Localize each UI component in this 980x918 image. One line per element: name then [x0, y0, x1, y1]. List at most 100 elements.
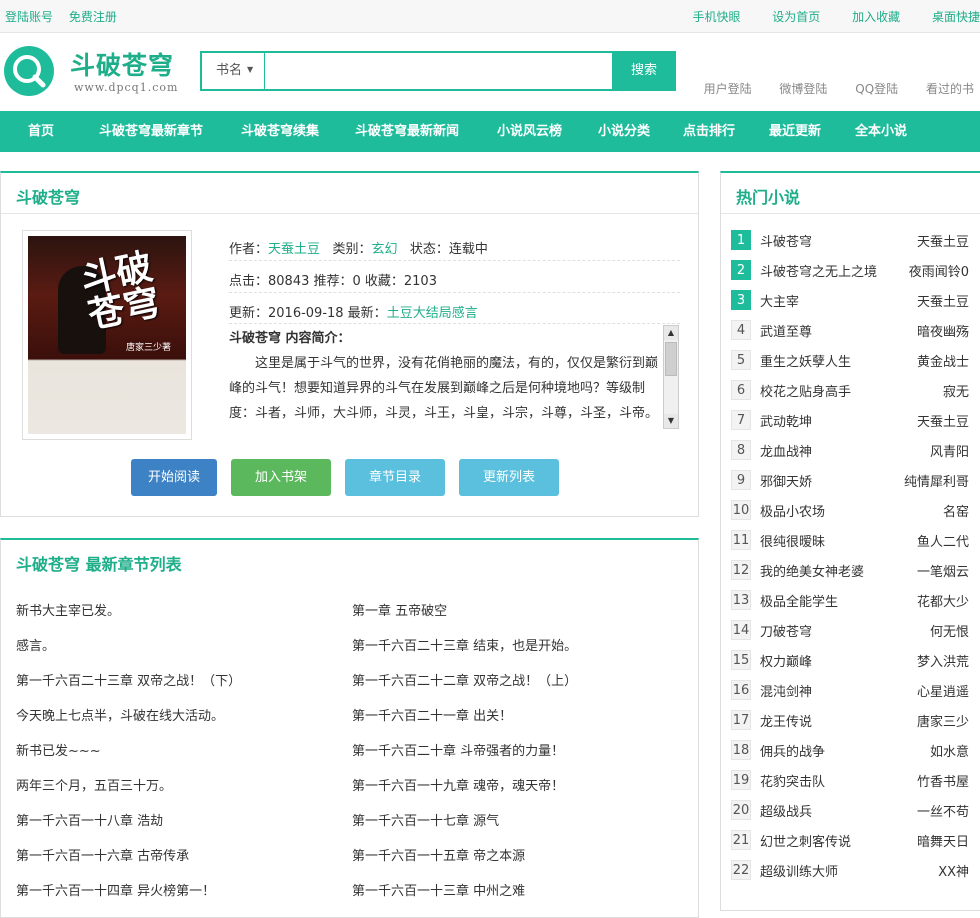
- weibo-login-link[interactable]: 微博登陆: [779, 82, 827, 96]
- nav-home[interactable]: 首页: [28, 111, 54, 152]
- nav-news[interactable]: 斗破苍穹最新新闻: [355, 111, 459, 152]
- hot-novel-title[interactable]: 我的绝美女神老婆: [760, 561, 864, 580]
- hot-novel-row[interactable]: 15 权力巅峰 梦入洪荒: [731, 645, 971, 675]
- nav-sequel[interactable]: 斗破苍穹续集: [241, 111, 319, 152]
- hot-novel-row[interactable]: 11 很纯很暧昧 鱼人二代: [731, 525, 971, 555]
- hot-novel-title[interactable]: 龙血战神: [760, 441, 812, 460]
- latest-chapter-link[interactable]: 土豆大结局感言: [387, 306, 478, 321]
- chapter-link[interactable]: 感言。: [16, 635, 55, 654]
- hot-novel-row[interactable]: 12 我的绝美女神老婆 一笔烟云: [731, 555, 971, 585]
- hot-novel-row[interactable]: 14 刀破苍穹 何无恨: [731, 615, 971, 645]
- hot-novel-row[interactable]: 10 极品小农场 名窑: [731, 495, 971, 525]
- chapter-link[interactable]: 第一千六百一十四章 异火榜第一！: [16, 880, 215, 899]
- hot-novel-author[interactable]: 黄金战士: [917, 351, 969, 370]
- hot-novel-row[interactable]: 21 幻世之刺客传说 暗舞天日: [731, 825, 971, 855]
- hot-novel-author[interactable]: 纯情犀利哥: [904, 471, 969, 490]
- hot-novel-author[interactable]: 何无恨: [930, 621, 969, 640]
- hot-novel-title[interactable]: 极品全能学生: [760, 591, 838, 610]
- hot-novel-title[interactable]: 佣兵的战争: [760, 741, 825, 760]
- hot-novel-title[interactable]: 极品小农场: [760, 501, 825, 520]
- qq-login-link[interactable]: QQ登陆: [855, 82, 898, 96]
- hot-novel-author[interactable]: 竹香书屋: [917, 771, 969, 790]
- intro-scrollbar[interactable]: ▲ ▼: [663, 325, 679, 429]
- logo-search-icon[interactable]: [4, 46, 54, 96]
- nav-ranking[interactable]: 小说风云榜: [497, 111, 562, 152]
- hot-novel-author[interactable]: 天蚕土豆: [917, 411, 969, 430]
- hot-novel-author[interactable]: 一丝不苟: [917, 801, 969, 820]
- hot-novel-author[interactable]: 天蚕土豆: [917, 231, 969, 250]
- chapter-link[interactable]: 第一千六百一十九章 魂帝，魂天帝！: [352, 775, 564, 794]
- hot-novel-author[interactable]: 唐家三少: [917, 711, 969, 730]
- hot-novel-author[interactable]: 心星逍遥: [917, 681, 969, 700]
- author-link[interactable]: 天蚕土豆: [268, 242, 320, 257]
- category-link[interactable]: 玄幻: [371, 242, 397, 257]
- hot-novel-title[interactable]: 武道至尊: [760, 321, 812, 340]
- hot-novel-row[interactable]: 5 重生之妖孽人生 黄金战士: [731, 345, 971, 375]
- mobile-link[interactable]: 手机快眼: [692, 10, 740, 24]
- hot-novel-row[interactable]: 1 斗破苍穹 天蚕土豆: [731, 225, 971, 255]
- chapter-link[interactable]: 第一千六百二十二章 双帝之战！（上）: [352, 670, 577, 689]
- hot-novel-author[interactable]: 梦入洪荒: [917, 651, 969, 670]
- hot-novel-title[interactable]: 幻世之刺客传说: [760, 831, 851, 850]
- site-title[interactable]: 斗破苍穹: [70, 46, 174, 82]
- hot-novel-row[interactable]: 9 邪御天娇 纯情犀利哥: [731, 465, 971, 495]
- hot-novel-row[interactable]: 8 龙血战神 风青阳: [731, 435, 971, 465]
- user-login-link[interactable]: 用户登陆: [704, 82, 752, 96]
- chapter-link[interactable]: 新书已发~~~: [16, 740, 101, 759]
- hot-novel-title[interactable]: 超级战兵: [760, 801, 812, 820]
- start-reading-button[interactable]: 开始阅读: [131, 459, 217, 496]
- hot-novel-row[interactable]: 19 花豹突击队 竹香书屋: [731, 765, 971, 795]
- desktop-shortcut-link[interactable]: 桌面快捷: [932, 10, 980, 24]
- hot-novel-row[interactable]: 18 佣兵的战争 如水意: [731, 735, 971, 765]
- search-button[interactable]: 搜索: [612, 51, 676, 91]
- hot-novel-row[interactable]: 6 校花之贴身高手 寂无: [731, 375, 971, 405]
- hot-novel-author[interactable]: 鱼人二代: [917, 531, 969, 550]
- hot-novel-author[interactable]: XX神: [938, 861, 969, 880]
- hot-novel-title[interactable]: 斗破苍穹之无上之境: [760, 261, 877, 280]
- hot-novel-title[interactable]: 权力巅峰: [760, 651, 812, 670]
- book-cover[interactable]: 斗破苍穹 唐家三少著: [22, 230, 192, 440]
- hot-novel-title[interactable]: 邪御天娇: [760, 471, 812, 490]
- hot-novel-author[interactable]: 名窑: [943, 501, 969, 520]
- chapter-link[interactable]: 今天晚上七点半，斗破在线大活动。: [16, 705, 224, 724]
- hot-novel-title[interactable]: 重生之妖孽人生: [760, 351, 851, 370]
- hot-novel-row[interactable]: 3 大主宰 天蚕土豆: [731, 285, 971, 315]
- chapter-link[interactable]: 第一千六百二十一章 出关！: [352, 705, 512, 724]
- chapter-link[interactable]: 第一千六百一十三章 中州之难: [352, 880, 525, 899]
- hot-novel-title[interactable]: 刀破苍穹: [760, 621, 812, 640]
- update-list-button[interactable]: 更新列表: [459, 459, 559, 496]
- login-link[interactable]: 登陆账号: [5, 10, 53, 24]
- chapter-link[interactable]: 第一千六百二十三章 结束，也是开始。: [352, 635, 577, 654]
- hot-novel-row[interactable]: 16 混沌剑神 心星逍遥: [731, 675, 971, 705]
- chapter-link[interactable]: 第一千六百一十七章 源气: [352, 810, 499, 829]
- hot-novel-row[interactable]: 20 超级战兵 一丝不苟: [731, 795, 971, 825]
- register-link[interactable]: 免费注册: [69, 10, 117, 24]
- hot-novel-author[interactable]: 如水意: [930, 741, 969, 760]
- hot-novel-title[interactable]: 武动乾坤: [760, 411, 812, 430]
- scroll-down-icon[interactable]: ▼: [664, 414, 678, 428]
- hot-novel-title[interactable]: 超级训练大师: [760, 861, 838, 880]
- chapter-link[interactable]: 第一千六百一十六章 古帝传承: [16, 845, 189, 864]
- add-to-shelf-button[interactable]: 加入书架: [231, 459, 331, 496]
- search-input[interactable]: [266, 53, 612, 89]
- chapter-link[interactable]: 第一千六百一十五章 帝之本源: [352, 845, 525, 864]
- set-homepage-link[interactable]: 设为首页: [772, 10, 820, 24]
- hot-novel-title[interactable]: 校花之贴身高手: [760, 381, 851, 400]
- hot-novel-title[interactable]: 龙王传说: [760, 711, 812, 730]
- hot-novel-author[interactable]: 风青阳: [930, 441, 969, 460]
- hot-novel-row[interactable]: 7 武动乾坤 天蚕土豆: [731, 405, 971, 435]
- chapter-link[interactable]: 新书大主宰已发。: [16, 600, 120, 619]
- scroll-thumb[interactable]: [665, 342, 677, 376]
- hot-novel-title[interactable]: 斗破苍穹: [760, 231, 812, 250]
- hot-novel-row[interactable]: 2 斗破苍穹之无上之境 夜雨闻铃0: [731, 255, 971, 285]
- hot-novel-author[interactable]: 寂无: [943, 381, 969, 400]
- search-category-select[interactable]: 书名 ▼: [202, 53, 265, 89]
- chapter-link[interactable]: 第一千六百二十三章 双帝之战！（下）: [16, 670, 241, 689]
- hot-novel-row[interactable]: 17 龙王传说 唐家三少: [731, 705, 971, 735]
- nav-categories[interactable]: 小说分类: [598, 111, 650, 152]
- hot-novel-author[interactable]: 花都大少: [917, 591, 969, 610]
- hot-novel-title[interactable]: 花豹突击队: [760, 771, 825, 790]
- chapter-link[interactable]: 两年三个月，五百三十万。: [16, 775, 172, 794]
- hot-novel-title[interactable]: 很纯很暧昧: [760, 531, 825, 550]
- scroll-up-icon[interactable]: ▲: [664, 326, 678, 340]
